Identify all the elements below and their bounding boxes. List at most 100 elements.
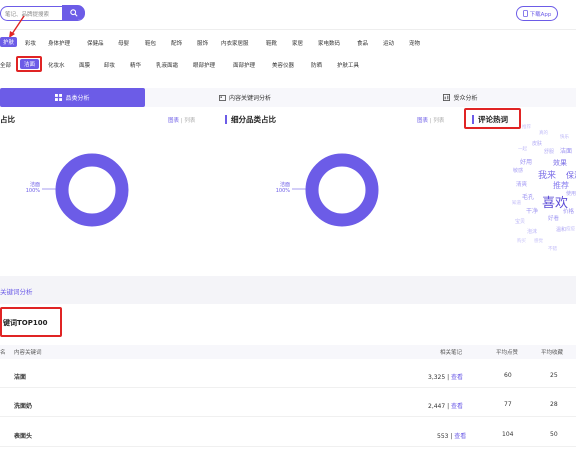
word-cloud-term: 保湿 [566, 171, 576, 180]
word-cloud-term: 皮肤 [532, 141, 543, 147]
subcategory-item[interactable]: 乳液面霜 [156, 61, 178, 69]
tab-label: 受众分析 [453, 95, 478, 102]
tab-label: 内容关键词分析 [228, 95, 271, 102]
donut-label: 洁面 100% [270, 182, 290, 194]
subcategory-item[interactable]: 卸妆 [104, 61, 115, 69]
word-cloud-term: 清爽 [516, 182, 528, 188]
tab-category-analysis[interactable]: 品类分析 [0, 88, 145, 107]
image-icon [219, 94, 226, 101]
view-link[interactable]: 查看 [454, 433, 466, 440]
table-row: 洗面奶 2,447 | 查看 77 28 [0, 393, 576, 417]
table-row: 洁面 3,325 | 查看 60 25 [0, 364, 576, 388]
category-item[interactable]: 家电数码 [318, 39, 340, 47]
column-header-notes: 相关笔记 [440, 350, 463, 356]
toggle-chart[interactable]: 图表 [168, 118, 179, 124]
panel-title-subcategory-share: 细分品类占比 [231, 115, 276, 124]
avg-likes-cell: 77 [504, 401, 512, 408]
word-cloud-term: 价格 [563, 209, 575, 215]
donut-label-value: 100% [275, 188, 290, 194]
word-cloud-term: 推荐 [522, 125, 531, 130]
word-cloud-term: 一起 [518, 147, 527, 152]
subcategory-item[interactable]: 全部 [0, 61, 11, 69]
word-cloud-term: 效果 [553, 159, 567, 167]
subcategory-item[interactable]: 化妆水 [48, 61, 65, 69]
subcategory-item[interactable]: 美容仪器 [272, 61, 294, 69]
keyword-cell[interactable]: 洗面奶 [14, 401, 32, 410]
tab-audience-analysis[interactable]: 受众分析 [345, 88, 576, 107]
subcategory-item[interactable]: 面膜 [79, 61, 90, 69]
chart-list-toggle[interactable]: 图表 | 列表 [417, 116, 444, 124]
category-item[interactable]: 服饰 [197, 39, 208, 47]
keyword-analysis-band: 关键词分析 [0, 276, 576, 304]
category-item[interactable]: 母婴 [118, 39, 129, 47]
tab-label: 品类分析 [65, 95, 90, 102]
donut-label-value: 100% [25, 188, 40, 194]
category-item[interactable]: 保健品 [87, 39, 104, 47]
avg-collects-cell: 25 [550, 372, 558, 379]
phone-icon [522, 10, 528, 17]
word-cloud-term: 宝贝 [515, 219, 526, 225]
subcategory-item[interactable]: 精华 [130, 61, 141, 69]
category-item[interactable]: 宠物 [409, 39, 420, 47]
avg-likes-cell: 60 [504, 372, 512, 379]
category-item[interactable]: 配饰 [171, 39, 182, 47]
subcategory-item[interactable]: 防晒 [311, 61, 322, 69]
word-cloud-term: 敏感 [513, 168, 524, 174]
category-item[interactable]: 身体护理 [48, 39, 70, 47]
notes-cell: 3,325 | 查看 [428, 374, 464, 381]
column-header-rank: 名 [0, 350, 6, 356]
view-link[interactable]: 查看 [451, 403, 463, 410]
category-item[interactable]: 运动 [383, 39, 394, 47]
grid-icon [55, 94, 63, 101]
word-cloud-term: 洁面 [560, 148, 573, 155]
notes-count: 2,447 [428, 403, 446, 410]
top-bar: 笔记、品牌提搜索 下载App [0, 0, 576, 30]
donut-label: 洁面 100% [20, 182, 40, 194]
word-cloud-term: 温和 [556, 227, 567, 233]
panel-title-share: 占比 [0, 115, 15, 124]
avg-collects-cell: 50 [550, 431, 558, 438]
column-header-avg-collects: 平均收藏 [541, 350, 564, 356]
section-title-keyword-analysis: 关键词分析 [0, 288, 33, 296]
avg-collects-cell: 28 [550, 401, 558, 408]
category-skincare[interactable]: 护肤 [0, 37, 18, 47]
tab-keyword-analysis[interactable]: 内容关键词分析 [150, 88, 340, 107]
toggle-list[interactable]: 列表 [184, 118, 195, 124]
subcategory-item[interactable]: 面部护理 [233, 61, 255, 69]
word-cloud-term: 感觉 [534, 239, 543, 244]
toggle-chart[interactable]: 图表 [417, 118, 428, 124]
notes-cell: 2,447 | 查看 [428, 403, 464, 410]
category-item[interactable]: 食品 [357, 39, 368, 47]
category-item[interactable]: 内衣家居服 [221, 39, 249, 47]
download-app-button[interactable]: 下载App [516, 6, 558, 21]
subcategory-item[interactable]: 护肤工具 [337, 61, 359, 69]
word-cloud-term: 使用 [566, 191, 576, 197]
column-header-keyword: 内容关键词 [14, 350, 42, 356]
avg-likes-cell: 104 [502, 431, 514, 438]
keyword-cell[interactable]: 表面头 [14, 431, 32, 440]
keyword-cell[interactable]: 洁面 [14, 372, 26, 381]
word-cloud-term: 购买 [517, 239, 526, 244]
download-app-label: 下载App [529, 11, 552, 18]
search-icon [69, 8, 78, 17]
view-link[interactable]: 查看 [451, 374, 463, 381]
donut-leader-line [42, 188, 58, 190]
search-button[interactable] [62, 5, 85, 20]
chart-list-toggle[interactable]: 图表 | 列表 [168, 116, 195, 124]
notes-count: 553 [437, 433, 449, 440]
word-cloud-term: 干净 [526, 208, 539, 215]
notes-count: 3,325 [428, 374, 446, 381]
chart-icon [443, 94, 451, 101]
word-cloud-term: 好用 [520, 159, 533, 166]
donut-chart-subcategory [305, 153, 379, 227]
word-cloud-term: 真的 [539, 131, 548, 136]
category-item[interactable]: 鞋靴 [266, 39, 277, 47]
title-accent [225, 115, 227, 124]
category-item[interactable]: 彩妆 [25, 39, 36, 47]
toggle-list[interactable]: 列表 [433, 118, 444, 124]
category-item[interactable]: 家居 [292, 39, 303, 47]
donut-leader-line [292, 188, 308, 190]
word-cloud-term: 泡沫 [527, 229, 538, 235]
subcategory-item[interactable]: 眼部护理 [193, 61, 215, 69]
category-item[interactable]: 鞋包 [145, 39, 156, 47]
